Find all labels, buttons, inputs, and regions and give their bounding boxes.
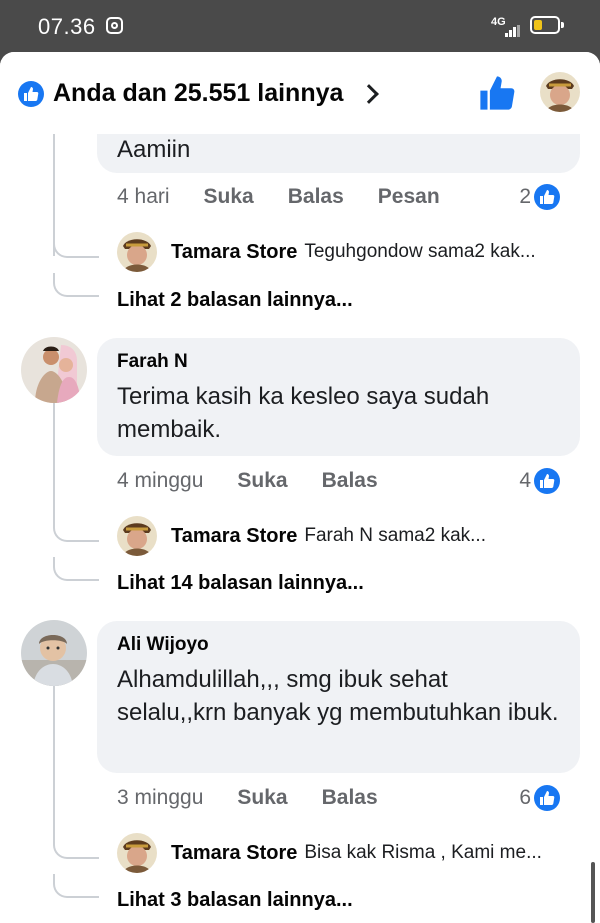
avatar[interactable]	[21, 620, 87, 686]
reply-author[interactable]: Tamara Store	[171, 525, 297, 548]
thread-line	[53, 403, 55, 521]
comment-bubble: Ali Wijoyo Alhamdulillah,,, smg ibuk seh…	[97, 621, 580, 773]
avatar[interactable]	[540, 72, 580, 112]
instagram-icon	[106, 17, 123, 34]
reply-preview[interactable]: Tamara Store Bisa kak Risma , Kami me...	[117, 833, 542, 873]
like-icon	[534, 785, 560, 811]
comment-time: 4 hari	[117, 185, 170, 208]
reply-connector	[53, 874, 99, 898]
reply-preview[interactable]: Tamara Store Teguhgondow sama2 kak...	[117, 232, 536, 272]
reply-action[interactable]: Balas	[322, 786, 378, 810]
reply-connector	[53, 234, 99, 258]
reply-text: Farah N sama2 kak...	[304, 525, 486, 546]
comment-author[interactable]: Farah N	[117, 351, 560, 373]
reply-author[interactable]: Tamara Store	[171, 842, 297, 865]
reply-connector	[53, 835, 99, 859]
comment-text: Terima kasih ka kesleo saya sudah membai…	[117, 383, 490, 443]
comment-actions: 4 minggu Suka Balas 4	[117, 466, 580, 496]
avatar[interactable]	[21, 337, 87, 403]
scrollbar[interactable]	[591, 862, 595, 923]
like-action[interactable]: Suka	[237, 786, 287, 810]
reply-text: Teguhgondow sama2 kak...	[304, 241, 536, 262]
comments-sheet: Aamiin 4 hari Suka Balas Pesan 2 Tamara …	[0, 52, 600, 923]
signal-icon	[505, 25, 520, 37]
reply-action[interactable]: Balas	[322, 469, 378, 493]
thread-line	[53, 686, 55, 838]
comment-time: 4 minggu	[117, 469, 204, 492]
like-icon	[534, 468, 560, 494]
view-more-replies-link[interactable]: Lihat 3 balasan lainnya...	[117, 889, 353, 912]
message-action[interactable]: Pesan	[378, 185, 440, 209]
comment-text: Aamiin	[117, 136, 191, 163]
reaction-count-value: 6	[519, 786, 531, 809]
reaction-count[interactable]: 4	[519, 468, 560, 494]
avatar	[117, 516, 157, 556]
status-bar: 07.36 4G	[0, 0, 600, 52]
reaction-count-value: 4	[519, 469, 531, 492]
reaction-count[interactable]: 2	[519, 184, 560, 210]
network-type: 4G	[491, 16, 506, 28]
comment-text: Alhamdulillah,,, smg ibuk sehat selalu,,…	[117, 666, 559, 726]
comments-list: Aamiin 4 hari Suka Balas Pesan 2 Tamara …	[0, 52, 600, 923]
reply-action[interactable]: Balas	[288, 185, 344, 209]
like-action[interactable]: Suka	[237, 469, 287, 493]
comment-actions: 3 minggu Suka Balas 6	[117, 783, 580, 813]
reactors-summary[interactable]: Anda dan 25.551 lainnya	[53, 79, 343, 108]
avatar	[117, 232, 157, 272]
comment-bubble: Farah N Terima kasih ka kesleo saya suda…	[97, 338, 580, 456]
reply-connector	[53, 273, 99, 297]
like-button-icon[interactable]	[478, 74, 516, 117]
comment-actions: 4 hari Suka Balas Pesan 2	[117, 182, 580, 212]
avatar	[117, 833, 157, 873]
view-more-replies-link[interactable]: Lihat 2 balasan lainnya...	[117, 289, 353, 312]
reply-preview[interactable]: Tamara Store Farah N sama2 kak...	[117, 516, 486, 556]
like-action[interactable]: Suka	[204, 185, 254, 209]
reply-connector	[53, 557, 99, 581]
reactions-header[interactable]: Anda dan 25.551 lainnya	[0, 52, 600, 134]
status-time: 07.36	[38, 14, 96, 39]
battery-icon	[530, 16, 564, 34]
reply-text: Bisa kak Risma , Kami me...	[304, 842, 542, 863]
reply-author[interactable]: Tamara Store	[171, 241, 297, 264]
reaction-count-value: 2	[519, 185, 531, 208]
view-more-replies-link[interactable]: Lihat 14 balasan lainnya...	[117, 572, 364, 595]
like-icon	[534, 184, 560, 210]
like-icon	[18, 81, 44, 107]
reaction-count[interactable]: 6	[519, 785, 560, 811]
comment-time: 3 minggu	[117, 786, 204, 809]
chevron-right-icon[interactable]	[359, 84, 379, 104]
reply-connector	[53, 518, 99, 542]
comment-author[interactable]: Ali Wijoyo	[117, 634, 560, 656]
